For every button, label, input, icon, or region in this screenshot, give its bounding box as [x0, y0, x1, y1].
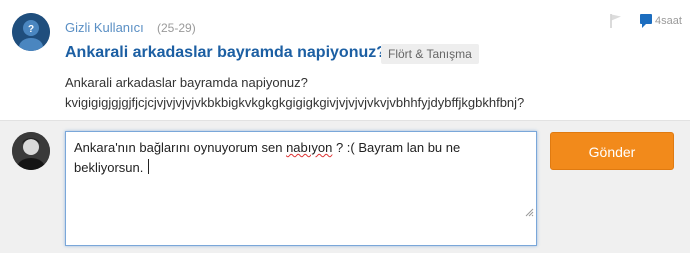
- question-body-line: Ankarali arkadaslar bayramda napiyonuz?: [65, 75, 308, 90]
- category-tag[interactable]: Flört & Tanışma: [381, 44, 479, 64]
- flag-icon[interactable]: [609, 13, 623, 34]
- reply-text-misspelled: nabıyon: [286, 140, 333, 155]
- user-avatar[interactable]: [12, 132, 50, 170]
- question-username[interactable]: Gizli Kullanıcı: [65, 20, 144, 35]
- svg-text:?: ?: [28, 24, 34, 35]
- reply-text: Ankara'nın bağlarını oynuyorum sen: [74, 140, 287, 155]
- question-card: ? Gizli Kullanıcı (25-29) Ankarali arkad…: [0, 0, 690, 120]
- reply-area: Ankara'nın bağlarını oynuyorum sen nabıy…: [0, 120, 690, 253]
- question-user-age: (25-29): [157, 21, 196, 35]
- post-time: 4saat: [655, 15, 682, 27]
- send-button[interactable]: Gönder: [550, 132, 674, 170]
- question-title[interactable]: Ankarali arkadaslar bayramda napiyonuz?: [65, 44, 386, 62]
- comment-icon[interactable]: [639, 13, 653, 34]
- question-body: Ankarali arkadaslar bayramda napiyonuz? …: [65, 73, 524, 113]
- question-body-line: kvigigigjgjgjfjcjcjvjvjvjvjvkbkbigkvkgkg…: [65, 95, 525, 110]
- reply-textarea[interactable]: Ankara'nın bağlarını oynuyorum sen nabıy…: [65, 131, 537, 246]
- anonymous-avatar[interactable]: ?: [12, 13, 50, 51]
- text-caret: [147, 159, 149, 174]
- resize-handle-icon[interactable]: [502, 183, 534, 243]
